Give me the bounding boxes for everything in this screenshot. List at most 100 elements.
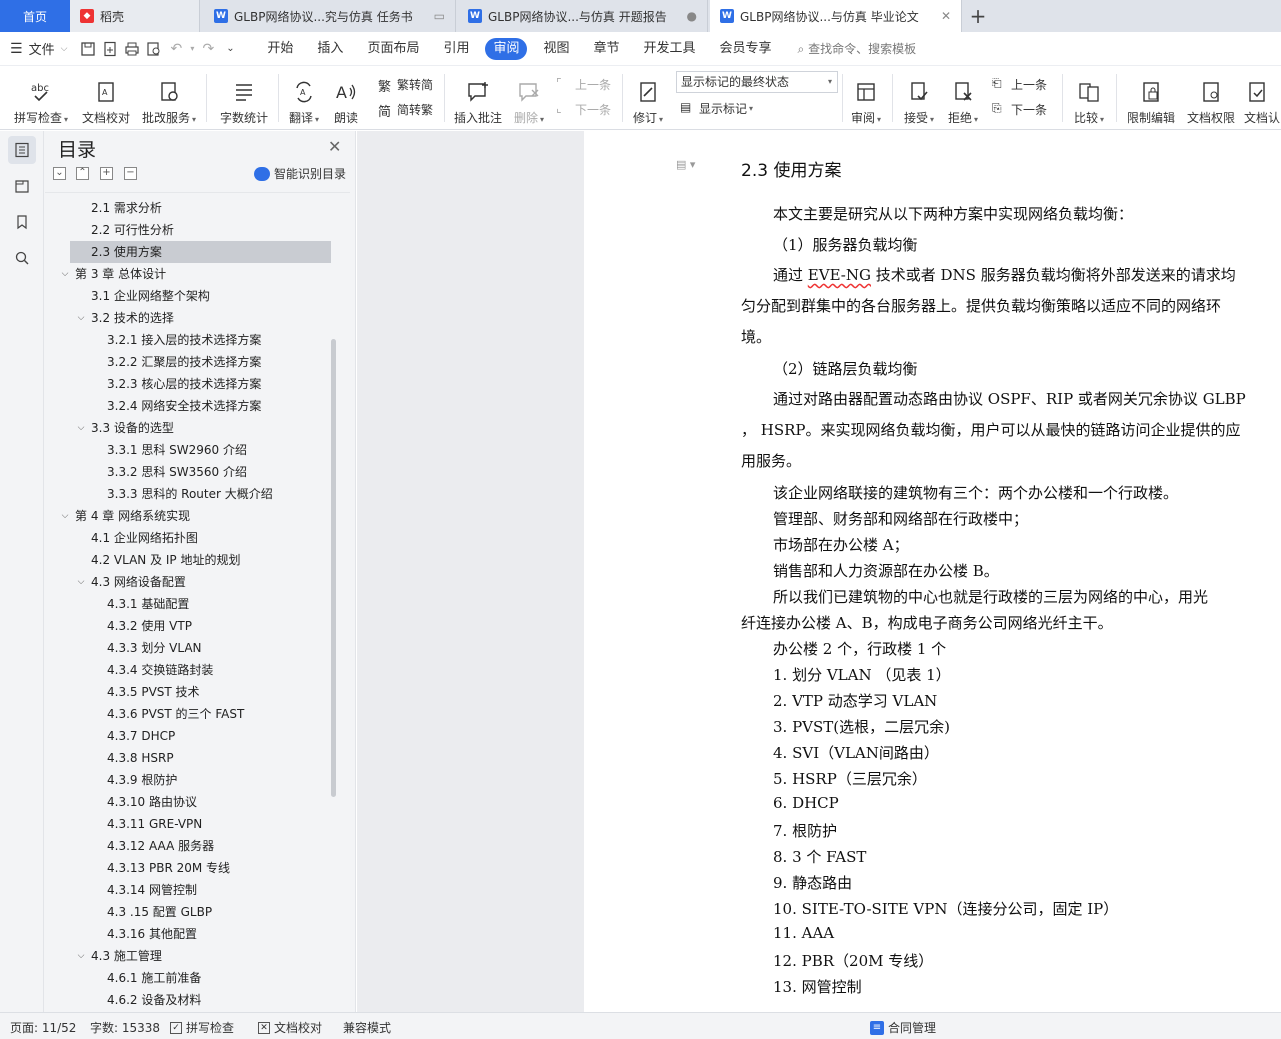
- doc-proof-button[interactable]: A 文档校对: [80, 70, 132, 126]
- toc-item[interactable]: 4.3 .15 配置 GLBP: [45, 901, 330, 923]
- next-change-button[interactable]: ⎘ 下一条: [992, 99, 1047, 119]
- menu-section[interactable]: 章节: [582, 38, 632, 60]
- export-pdf-icon[interactable]: [99, 38, 121, 60]
- chevron-down-icon[interactable]: ⌵: [75, 571, 87, 593]
- toc-item[interactable]: 4.3.7 DHCP: [45, 725, 330, 747]
- paragraph-menu-icon[interactable]: ▤ ▾: [676, 158, 698, 172]
- markup-state-select[interactable]: 显示标记的最终状态 ▾: [676, 71, 838, 93]
- status-spell-check[interactable]: ✓ 拼写检查: [170, 1019, 234, 1036]
- menu-references[interactable]: 引用: [431, 38, 481, 60]
- chevron-down-icon[interactable]: ⌵: [59, 505, 71, 527]
- review-pane-button[interactable]: 审阅 ▾: [848, 70, 884, 126]
- toc-scrollbar[interactable]: [331, 339, 336, 797]
- chevron-down-icon[interactable]: ⌵: [75, 307, 87, 329]
- toc-item[interactable]: 4.2 VLAN 及 IP 地址的规划: [45, 549, 330, 571]
- menu-review[interactable]: 审阅: [485, 37, 528, 60]
- show-markup-button[interactable]: ▤ 显示标记 ▾: [680, 98, 753, 118]
- tab-proposal[interactable]: W GLBP网络协议...与仿真 开题报告 ●: [458, 0, 708, 32]
- menu-insert[interactable]: 插入: [305, 38, 355, 60]
- chevron-down-icon[interactable]: ⌵: [59, 263, 71, 285]
- toc-item[interactable]: 3.2.4 网络安全技术选择方案: [45, 395, 330, 417]
- toc-item[interactable]: 4.3.6 PVST 的三个 FAST: [45, 703, 330, 725]
- smart-toc-button[interactable]: 智能识别目录: [254, 165, 346, 182]
- toc-item[interactable]: 3.2.3 核心层的技术选择方案: [45, 373, 330, 395]
- prev-change-button[interactable]: ⎗ 上一条: [992, 74, 1047, 94]
- remove-level-icon[interactable]: −: [124, 167, 137, 180]
- toc-item[interactable]: 4.3.13 PBR 20M 专线: [45, 857, 330, 879]
- toc-item[interactable]: ⌵ 第 4 章 网络系统实现: [45, 505, 330, 527]
- undo-dropdown-icon[interactable]: ▾: [187, 38, 197, 60]
- toc-item[interactable]: ⌵ 4.3 施工管理: [45, 945, 330, 967]
- print-preview-icon[interactable]: [143, 38, 165, 60]
- toc-item[interactable]: 3.3.3 思科的 Router 大概介绍: [45, 483, 330, 505]
- accept-button[interactable]: 接受 ▾: [900, 70, 938, 126]
- toc-item[interactable]: 2.3 使用方案: [70, 241, 331, 263]
- delete-comment-button[interactable]: 删除 ▾: [510, 70, 548, 126]
- word-count-button[interactable]: 字数统计: [218, 70, 270, 126]
- toc-item[interactable]: 3.1 企业网络整个架构: [45, 285, 330, 307]
- tab-task-book[interactable]: W GLBP网络协议...究与仿真 任务书 ▭: [204, 0, 456, 32]
- tab-docer[interactable]: ◆ 稻壳: [70, 0, 200, 32]
- toc-item[interactable]: 2.2 可行性分析: [45, 219, 330, 241]
- customize-dropdown-icon[interactable]: ⌄: [219, 38, 241, 60]
- simp-to-trad-button[interactable]: 简简转繁: [378, 99, 433, 121]
- save-icon[interactable]: [77, 38, 99, 60]
- chevron-down-icon[interactable]: ⌵: [75, 417, 87, 439]
- file-menu[interactable]: ☰ 文件 ⌵: [0, 39, 77, 59]
- doc-permission-button[interactable]: 文档权限: [1184, 70, 1238, 126]
- menu-member[interactable]: 会员专享: [708, 38, 784, 60]
- toc-item[interactable]: 4.3.16 其他配置: [45, 923, 330, 945]
- toc-item[interactable]: ⌵ 3.2 技术的选择: [45, 307, 330, 329]
- toc-item[interactable]: 4.3.8 HSRP: [45, 747, 330, 769]
- print-icon[interactable]: [121, 38, 143, 60]
- restrict-edit-button[interactable]: 限制编辑: [1124, 70, 1178, 126]
- toc-item[interactable]: 4.3.11 GRE-VPN: [45, 813, 330, 835]
- menu-view[interactable]: 视图: [531, 38, 581, 60]
- toc-item[interactable]: 4.1 企业网络拓扑图: [45, 527, 330, 549]
- toc-item[interactable]: 4.3.14 网管控制: [45, 879, 330, 901]
- bookmark-icon[interactable]: [8, 208, 36, 236]
- add-level-icon[interactable]: +: [100, 167, 113, 180]
- toc-item[interactable]: 3.2.2 汇聚层的技术选择方案: [45, 351, 330, 373]
- trad-to-simp-button[interactable]: 繁繁转简: [378, 74, 433, 96]
- tab-close-icon[interactable]: ✕: [935, 9, 951, 23]
- search-icon[interactable]: [8, 244, 36, 272]
- close-icon[interactable]: ✕: [328, 137, 341, 156]
- word-count-indicator[interactable]: 字数: 15338: [90, 1019, 160, 1036]
- toc-item[interactable]: ⌵ 4.3 网络设备配置: [45, 571, 330, 593]
- toc-item[interactable]: 4.3.2 使用 VTP: [45, 615, 330, 637]
- status-doc-proof[interactable]: ✕ 文档校对: [258, 1019, 322, 1036]
- toc-item[interactable]: 4.3.1 基础配置: [45, 593, 330, 615]
- doc-auth-button[interactable]: 文档认: [1244, 70, 1281, 126]
- spelling-error-text[interactable]: EVE-NG: [808, 266, 871, 284]
- toc-pane-icon[interactable]: [8, 136, 36, 164]
- undo-icon[interactable]: ↶: [165, 38, 187, 60]
- toc-item[interactable]: 4.6.1 施工前准备: [45, 967, 330, 989]
- next-comment-button[interactable]: ⌞ 下一条: [556, 99, 611, 119]
- collapse-all-icon[interactable]: ⌄: [53, 167, 66, 180]
- spell-check-button[interactable]: abc 拼写检查 ▾: [10, 70, 72, 126]
- expand-up-icon[interactable]: ⌃: [76, 167, 89, 180]
- toc-item[interactable]: 2.1 需求分析: [45, 197, 330, 219]
- new-tab-button[interactable]: +: [966, 0, 990, 32]
- toc-item[interactable]: 3.3.1 思科 SW2960 介绍: [45, 439, 330, 461]
- menu-developer[interactable]: 开发工具: [632, 38, 708, 60]
- redo-icon[interactable]: ↷: [197, 38, 219, 60]
- toc-item[interactable]: 4.3.4 交换链路封装: [45, 659, 330, 681]
- menu-start[interactable]: 开始: [255, 38, 305, 60]
- toc-item[interactable]: 4.3.5 PVST 技术: [45, 681, 330, 703]
- toc-item[interactable]: ⌵ 第 3 章 总体设计: [45, 263, 330, 285]
- menu-page-layout[interactable]: 页面布局: [355, 38, 431, 60]
- toc-item[interactable]: 4.6.2 设备及材料: [45, 989, 330, 1011]
- insert-comment-button[interactable]: 插入批注: [452, 70, 504, 126]
- reject-button[interactable]: 拒绝 ▾: [944, 70, 982, 126]
- tab-thesis[interactable]: W GLBP网络协议...与仿真 毕业论文 ✕: [710, 0, 962, 32]
- page-indicator[interactable]: 页面: 11/52: [10, 1019, 76, 1036]
- prev-comment-button[interactable]: ⌜ 上一条: [556, 74, 611, 94]
- contract-management[interactable]: ≡ 合同管理: [870, 1019, 936, 1036]
- toc-item[interactable]: 3.3.2 思科 SW3560 介绍: [45, 461, 330, 483]
- track-changes-button[interactable]: 修订 ▾: [630, 70, 666, 126]
- toc-item[interactable]: ⌵ 3.3 设备的选型: [45, 417, 330, 439]
- toc-item[interactable]: 4.3.10 路由协议: [45, 791, 330, 813]
- compare-button[interactable]: 比较 ▾: [1070, 70, 1108, 126]
